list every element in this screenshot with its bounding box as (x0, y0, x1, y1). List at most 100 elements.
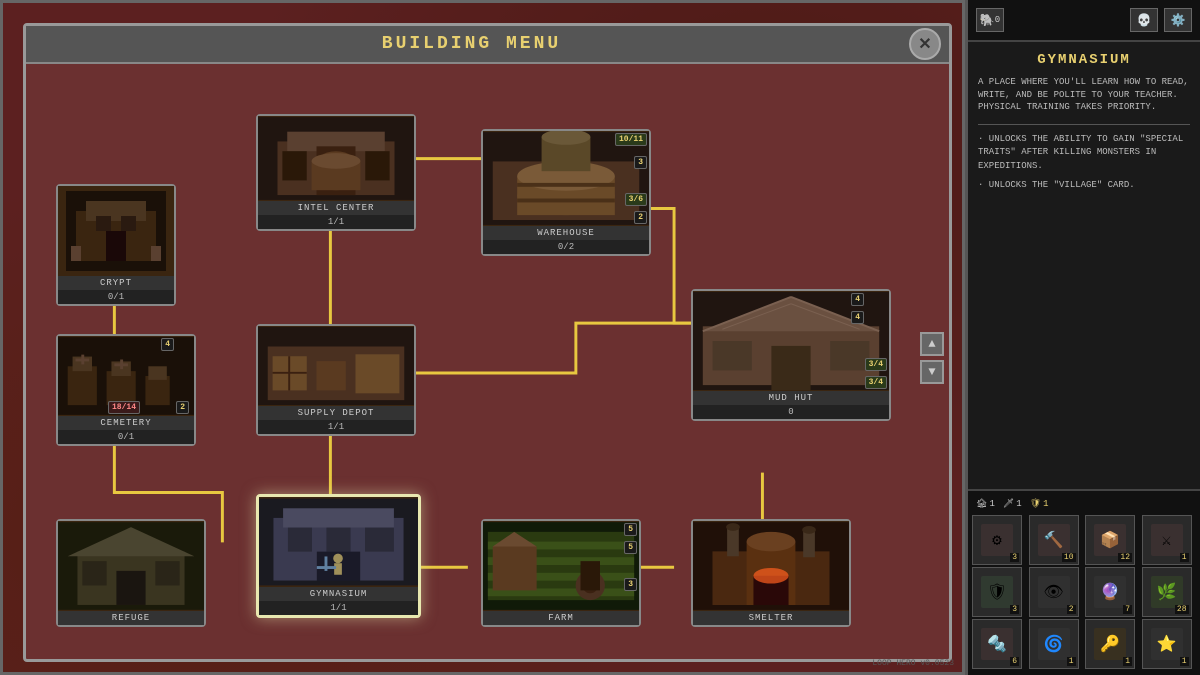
crypt-label: CRYPT (58, 276, 174, 290)
mudhut-badge4: 3/4 (865, 376, 887, 389)
res-count-9: 1 (1067, 657, 1076, 666)
res-cell-2[interactable]: 📦 12 (1085, 515, 1135, 565)
warehouse-image: 10/11 3 3/6 2 (483, 131, 649, 226)
mudhut-image: 4 4 3/4 3/4 (693, 291, 889, 391)
farm-badge1: 5 (624, 523, 637, 536)
scroll-down[interactable]: ▼ (920, 360, 944, 384)
farm-image: 5 5 3 (483, 521, 639, 611)
cemetery-card[interactable]: 4 18/14 2 CEMETERY 0/1 (56, 334, 196, 446)
res-icon-6: 🔮 (1094, 576, 1126, 608)
res-icon-8: 🔩 (981, 628, 1013, 660)
farm-badge3: 3 (624, 578, 637, 591)
farm-card[interactable]: 5 5 3 FARM (481, 519, 641, 627)
res-icon-5: 👁 (1038, 576, 1070, 608)
elephant-icon-btn[interactable]: 🐘 0 (976, 8, 1004, 32)
warehouse-badge3: 3/6 (625, 193, 647, 206)
settings-button[interactable]: ⚙️ (1164, 8, 1192, 32)
panel-header: 🐘 0 💀 ⚙️ (968, 0, 1200, 42)
res-cell-7[interactable]: 🌿 28 (1142, 567, 1192, 617)
warehouse-status: 0/2 (483, 240, 649, 254)
warehouse-label: WAREHOUSE (483, 226, 649, 240)
res-cell-1[interactable]: 🔨 10 (1029, 515, 1079, 565)
smelter-label: SMELTER (693, 611, 849, 625)
mudhut-card[interactable]: 4 4 3/4 3/4 MUD HUT 0 (691, 289, 891, 421)
panel-icons: 🐘 0 (976, 8, 1004, 32)
res-count-1: 10 (1062, 553, 1076, 562)
mudhut-badge1: 4 (851, 293, 864, 306)
res-cell-11[interactable]: ⭐ 1 (1142, 619, 1192, 669)
main-container: BUILDING MENU ✕ (0, 0, 1200, 675)
menu-title: BUILDING MENU (382, 34, 561, 54)
version-label: LOOP HERO v0.0523 (872, 659, 954, 668)
cemetery-badge2: 18/14 (108, 401, 140, 414)
res-header-1: 🏚 1 (976, 499, 995, 509)
res-icon-9: 🌀 (1038, 628, 1070, 660)
resource-header: 🏚 1 🗡 1 🛡 1 (972, 497, 1196, 511)
intel-status: 1/1 (258, 215, 414, 229)
supply-label: SUPPLY DEPOT (258, 406, 414, 420)
scroll-up[interactable]: ▲ (920, 332, 944, 356)
gymnasium-card[interactable]: GYMNASIUM 1/1 (256, 494, 421, 618)
unlock-2: · UNLOCKS THE "VILLAGE" CARD. (978, 179, 1190, 193)
farm-label: FARM (483, 611, 639, 625)
farm-badge2: 5 (624, 541, 637, 554)
res-count-0: 3 (1010, 553, 1019, 562)
supply-card[interactable]: SUPPLY DEPOT 1/1 (256, 324, 416, 436)
crypt-status: 0/1 (58, 290, 174, 304)
res-icon-4: 🛡 (981, 576, 1013, 608)
skull-icon-btn[interactable]: 💀 (1130, 8, 1158, 32)
res-icon-1: 🔨 (1038, 524, 1070, 556)
res-icon-2: 📦 (1094, 524, 1126, 556)
right-panel: 🐘 0 💀 ⚙️ GYMNASIUM A PLACE WHERE YOU'LL … (965, 0, 1200, 675)
info-unlocks: · UNLOCKS THE ABILITY TO GAIN "SPECIAL T… (978, 133, 1190, 193)
building-menu: BUILDING MENU ✕ (23, 23, 952, 662)
smelter-card[interactable]: SMELTER (691, 519, 851, 627)
warehouse-card[interactable]: 10/11 3 3/6 2 WAREHOUSE 0/2 (481, 129, 651, 256)
crypt-card[interactable]: CRYPT 0/1 (56, 184, 176, 306)
info-title: GYMNASIUM (978, 52, 1190, 68)
intel-label: INTEL CENTER (258, 201, 414, 215)
res-count-8: 6 (1010, 657, 1019, 666)
res-header-2: 🗡 1 (1003, 499, 1022, 509)
res-cell-5[interactable]: 👁 2 (1029, 567, 1079, 617)
res-cell-4[interactable]: 🛡 3 (972, 567, 1022, 617)
panel-right-icons: 💀 ⚙️ (1130, 8, 1192, 32)
info-description: A PLACE WHERE YOU'LL LEARN HOW TO READ, … (978, 76, 1190, 114)
cemetery-badge3: 2 (176, 401, 189, 414)
resource-grid: ⚙ 3 🔨 10 📦 12 ⚔ 1 🛡 3 (972, 515, 1196, 669)
res-icon-0: ⚙ (981, 524, 1013, 556)
res-cell-10[interactable]: 🔑 1 (1085, 619, 1135, 669)
game-area: BUILDING MENU ✕ (0, 0, 965, 675)
gymnasium-label: GYMNASIUM (259, 587, 418, 601)
mudhut-status: 0 (693, 405, 889, 419)
mudhut-badge2: 4 (851, 311, 864, 324)
close-button[interactable]: ✕ (909, 28, 941, 60)
resource-bar: 🏚 1 🗡 1 🛡 1 ⚙ 3 🔨 (968, 489, 1200, 675)
refuge-label: REFUGE (58, 611, 204, 625)
res-cell-9[interactable]: 🌀 1 (1029, 619, 1079, 669)
res-cell-6[interactable]: 🔮 7 (1085, 567, 1135, 617)
intel-card[interactable]: INTEL CENTER 1/1 (256, 114, 416, 231)
res-header-3: 🛡 1 (1030, 499, 1049, 509)
res-cell-0[interactable]: ⚙ 3 (972, 515, 1022, 565)
info-divider (978, 124, 1190, 125)
cemetery-badge1: 4 (161, 338, 174, 351)
gear-icon: ⚙️ (1171, 13, 1186, 28)
house-icon: 🏚 (976, 499, 987, 509)
res-count-3: 1 (1180, 553, 1189, 562)
res-count-6: 7 (1123, 605, 1132, 614)
mudhut-label: MUD HUT (693, 391, 889, 405)
res-cell-8[interactable]: 🔩 6 (972, 619, 1022, 669)
menu-content: CRYPT 0/1 (26, 64, 949, 652)
gymnasium-status: 1/1 (259, 601, 418, 615)
elephant-count: 0 (995, 15, 1000, 25)
unlock-1: · UNLOCKS THE ABILITY TO GAIN "SPECIAL T… (978, 133, 1190, 174)
res-cell-3[interactable]: ⚔ 1 (1142, 515, 1192, 565)
supply-status: 1/1 (258, 420, 414, 434)
supply-image (258, 326, 414, 406)
warehouse-badge2: 3 (634, 156, 647, 169)
warehouse-badge4: 2 (634, 211, 647, 224)
refuge-card[interactable]: REFUGE (56, 519, 206, 627)
scroll-controls: ▲ ▼ (920, 332, 944, 384)
res-count-7: 28 (1175, 605, 1189, 614)
